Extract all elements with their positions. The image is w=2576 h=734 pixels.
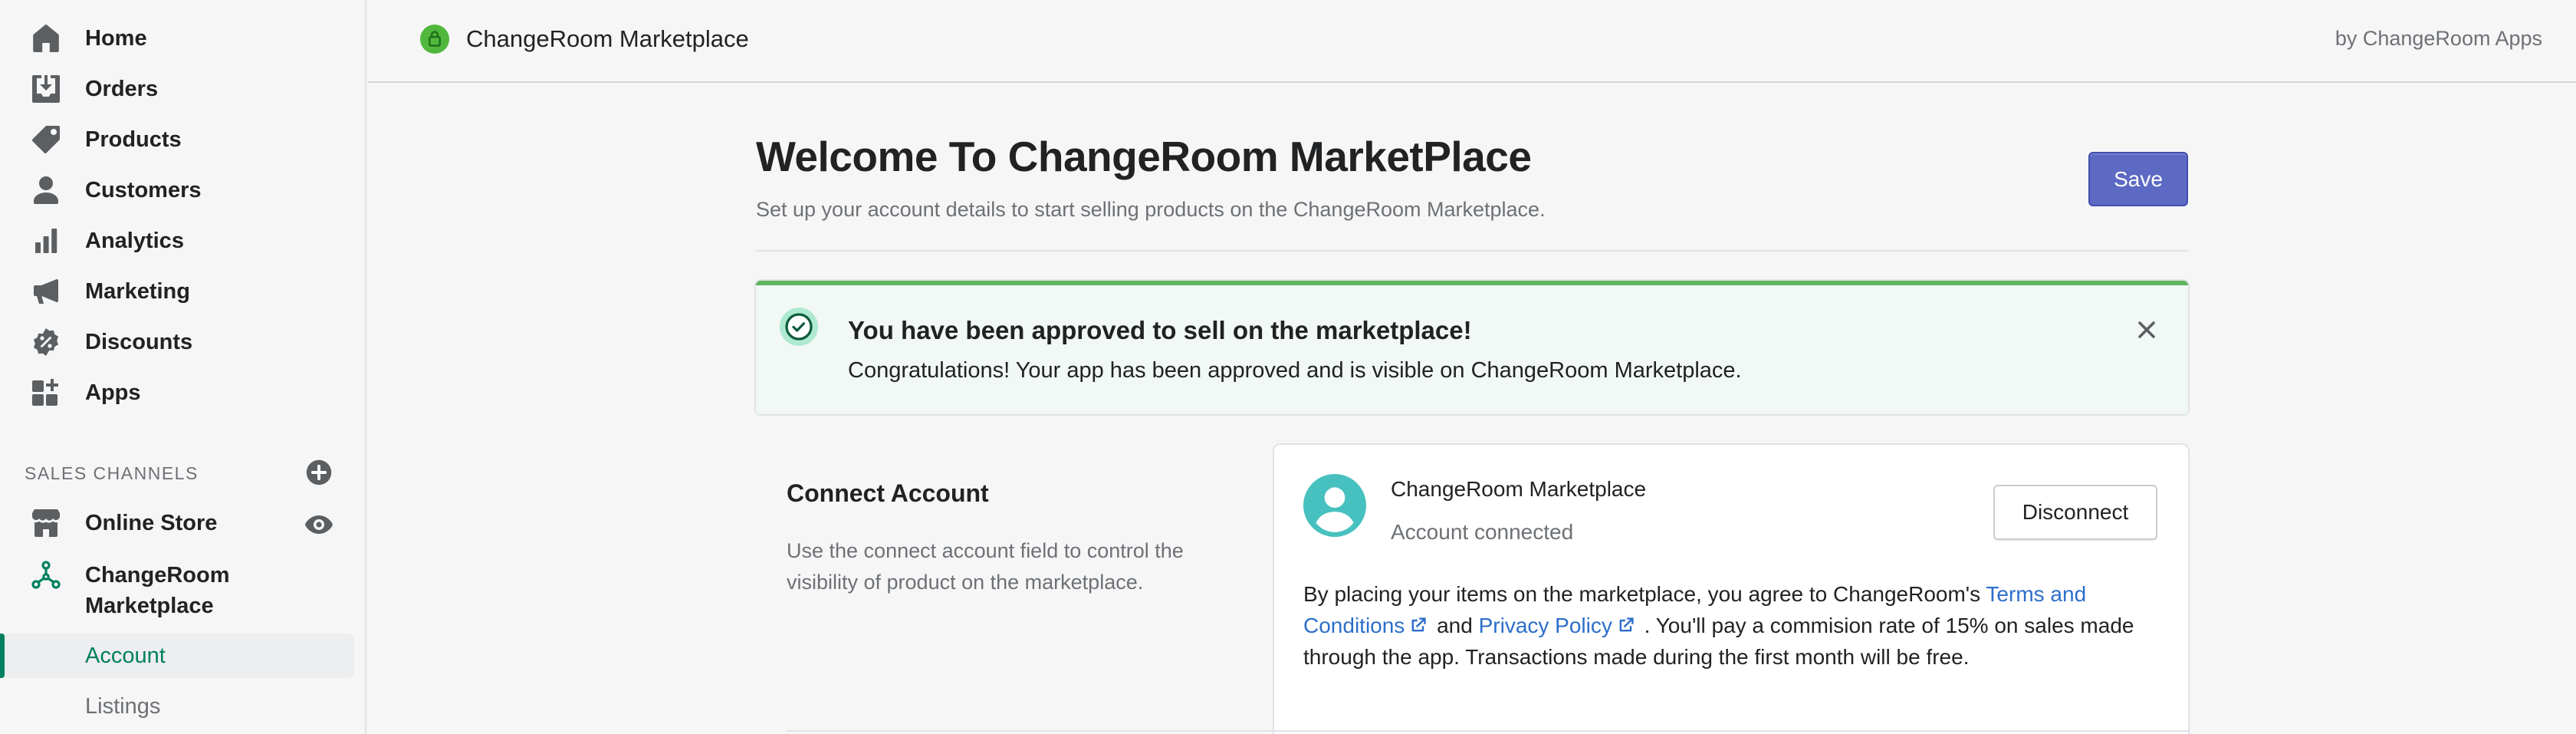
sidebar-item-label: Orders: [85, 76, 159, 101]
sidebar-item-apps[interactable]: Apps: [0, 370, 360, 416]
disconnect-button[interactable]: Disconnect: [1993, 485, 2157, 540]
privacy-link[interactable]: Privacy Policy: [1479, 614, 1638, 637]
sidebar-item-products[interactable]: Products: [0, 117, 360, 163]
sidebar-item-customers[interactable]: Customers: [0, 167, 360, 213]
orders-icon: [28, 71, 64, 107]
connect-account-card: ChangeRoom Marketplace Account connected…: [1274, 445, 2188, 734]
sidebar-subitem-label: Listings: [85, 693, 161, 719]
sidebar-subitem-listings[interactable]: Listings: [0, 684, 354, 729]
sidebar-item-label: Analytics: [85, 228, 184, 253]
page-title: Welcome To ChangeRoom MarketPlace: [756, 133, 1532, 180]
top-bar: ChangeRoom Marketplace by ChangeRoom App…: [368, 0, 2576, 83]
sidebar-subitem-label: Account: [85, 643, 166, 668]
app-logo-icon: [420, 25, 449, 54]
section-description: Use the connect account field to control…: [787, 539, 1184, 594]
sidebar: Home Orders Products Customers Analytics…: [0, 0, 366, 734]
page-subtitle: Set up your account details to start sel…: [756, 198, 1546, 221]
sidebar-subitem-account[interactable]: Account: [0, 634, 354, 678]
terms-prefix: By placing your items on the marketplace…: [1303, 582, 1986, 606]
close-icon[interactable]: [2133, 316, 2160, 344]
privacy-link-label: Privacy Policy: [1478, 614, 1612, 637]
add-channel-icon[interactable]: [305, 459, 333, 486]
sales-channels-heading: SALES CHANNELS: [25, 463, 199, 483]
discount-icon: [28, 324, 64, 360]
tag-icon: [28, 121, 64, 158]
banner-title: You have been approved to sell on the ma…: [848, 316, 1472, 344]
app-byline[interactable]: by ChangeRoom Apps: [2335, 27, 2542, 51]
bar-chart-icon: [28, 222, 64, 259]
sidebar-item-label: Products: [85, 127, 182, 152]
person-icon: [28, 172, 64, 209]
avatar: [1303, 474, 1366, 537]
account-name: ChangeRoom Marketplace: [1391, 477, 1647, 501]
channel-label-line2: Marketplace: [85, 594, 214, 618]
section-title: Connect Account: [787, 479, 989, 507]
channel-label-line1: ChangeRoom: [85, 563, 230, 588]
sidebar-item-discounts[interactable]: Discounts: [0, 319, 360, 365]
save-button[interactable]: Save: [2088, 152, 2188, 206]
external-link-icon: [1619, 617, 1634, 632]
terms-and: and: [1431, 614, 1479, 637]
sidebar-item-label: Online Store: [85, 510, 218, 535]
sidebar-item-analytics[interactable]: Analytics: [0, 218, 360, 264]
divider: [756, 250, 2188, 252]
app-title: ChangeRoom Marketplace: [466, 25, 749, 52]
sidebar-item-label: Home: [85, 25, 147, 51]
eye-icon[interactable]: [304, 509, 334, 540]
account-status: Account connected: [1391, 520, 1574, 544]
store-icon: [28, 505, 64, 541]
sidebar-item-marketing[interactable]: Marketing: [0, 268, 360, 314]
sidebar-item-changeroom-marketplace[interactable]: ChangeRoom Marketplace: [0, 551, 360, 620]
terms-text: By placing your items on the marketplace…: [1303, 578, 2162, 673]
external-link-icon: [1411, 617, 1426, 632]
sidebar-item-orders[interactable]: Orders: [0, 66, 360, 112]
divider: [787, 730, 2188, 732]
success-banner: You have been approved to sell on the ma…: [756, 281, 2188, 414]
sidebar-item-label: Marketing: [85, 278, 190, 304]
home-icon: [28, 20, 64, 57]
sidebar-item-label: Customers: [85, 177, 202, 202]
check-circle-icon: [779, 307, 819, 347]
megaphone-icon: [28, 273, 64, 310]
sidebar-item-label: Discounts: [85, 329, 193, 354]
apps-icon: [28, 374, 64, 411]
network-icon: [28, 557, 64, 594]
sidebar-item-home[interactable]: Home: [0, 15, 360, 61]
sidebar-item-label: ChangeRoom Marketplace: [85, 560, 230, 621]
banner-message: Congratulations! Your app has been appro…: [848, 358, 1742, 383]
sidebar-item-label: Apps: [85, 380, 141, 405]
